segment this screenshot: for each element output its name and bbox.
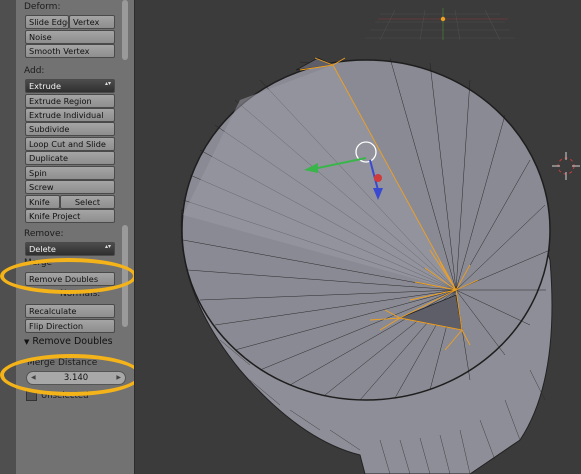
unselected-checkbox[interactable] bbox=[26, 390, 37, 401]
noise-button[interactable]: Noise bbox=[25, 30, 115, 44]
extrude-dropdown[interactable]: Extrude bbox=[25, 79, 115, 93]
object-origin-dot bbox=[440, 16, 446, 22]
add-header: Add: bbox=[24, 66, 45, 76]
smooth-vertex-button[interactable]: Smooth Vertex bbox=[25, 44, 115, 58]
3d-viewport[interactable] bbox=[135, 0, 581, 474]
increment-arrow-icon[interactable]: ▶ bbox=[116, 372, 121, 384]
knife-select-button[interactable]: Select bbox=[60, 195, 115, 209]
screw-button[interactable]: Screw bbox=[25, 180, 115, 194]
merge-distance-label: Merge Distance bbox=[27, 358, 98, 368]
delete-dropdown[interactable]: Delete bbox=[25, 242, 115, 256]
duplicate-button[interactable]: Duplicate bbox=[25, 151, 115, 165]
remove-doubles-button[interactable]: Remove Doubles bbox=[25, 272, 115, 286]
flip-direction-button[interactable]: Flip Direction bbox=[25, 319, 115, 333]
redo-panel-title: Remove Doubles bbox=[32, 336, 113, 347]
recalculate-button[interactable]: Recalculate bbox=[25, 304, 115, 318]
deform-header: Deform: bbox=[24, 2, 61, 12]
merge-distance-field[interactable]: ◀ 3.140 ▶ bbox=[26, 371, 126, 385]
vertex-button[interactable]: Vertex bbox=[69, 15, 115, 29]
unselected-option[interactable]: Unselected bbox=[26, 390, 89, 402]
merge-header: Merge bbox=[24, 258, 53, 268]
loop-cut-and-slide-button[interactable]: Loop Cut and Slide bbox=[25, 137, 115, 151]
knife-project-button[interactable]: Knife Project bbox=[25, 209, 115, 223]
normals-header: Normals: bbox=[60, 289, 101, 299]
spin-button[interactable]: Spin bbox=[25, 166, 115, 180]
subdivide-button[interactable]: Subdivide bbox=[25, 122, 115, 136]
redo-panel-header[interactable]: ▼ Remove Doubles bbox=[24, 336, 113, 347]
decrement-arrow-icon[interactable]: ◀ bbox=[31, 372, 36, 384]
merge-distance-value: 3.140 bbox=[63, 373, 89, 383]
toolshelf-scrollbar-thumb[interactable] bbox=[122, 225, 128, 327]
collapse-triangle-icon: ▼ bbox=[24, 338, 30, 346]
extrude-individual-button[interactable]: Extrude Individual bbox=[25, 108, 115, 122]
extrude-region-button[interactable]: Extrude Region bbox=[25, 94, 115, 108]
left-tab-strip bbox=[0, 0, 17, 474]
slide-edge-button[interactable]: Slide Edge bbox=[25, 15, 69, 29]
knife-button[interactable]: Knife bbox=[25, 195, 60, 209]
remove-header: Remove: bbox=[24, 229, 64, 239]
unselected-label: Unselected bbox=[41, 391, 89, 401]
toolshelf-scrollbar[interactable] bbox=[122, 0, 128, 60]
